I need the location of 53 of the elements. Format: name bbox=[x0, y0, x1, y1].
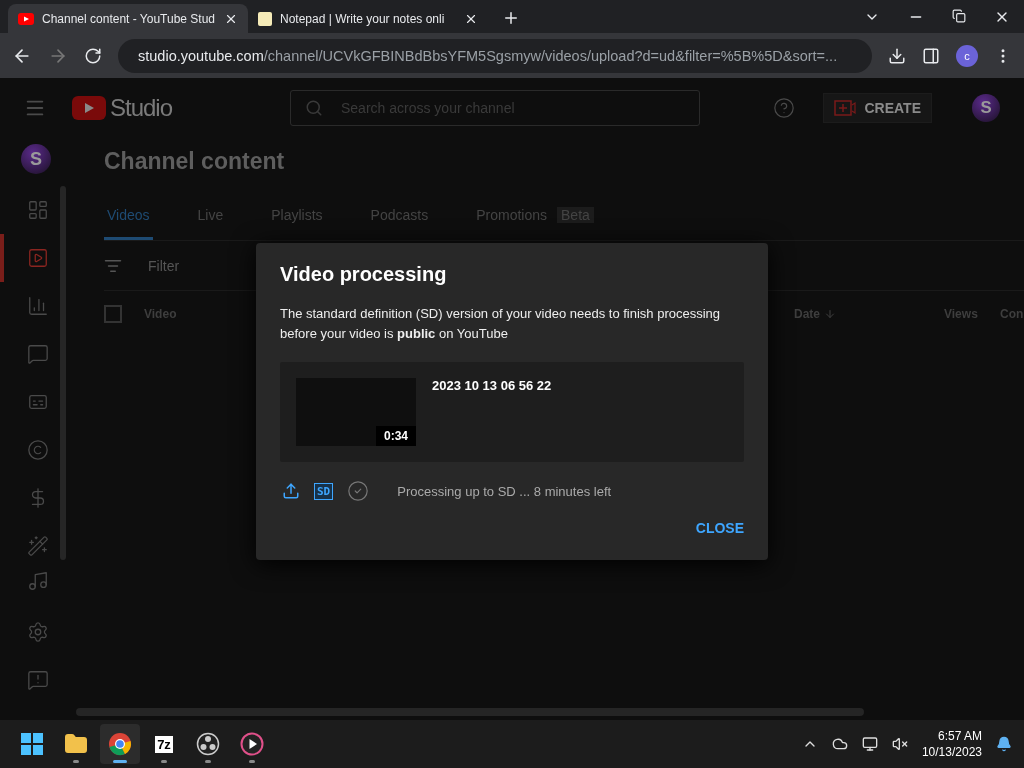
restore-icon[interactable] bbox=[952, 9, 966, 23]
sort-icon bbox=[824, 308, 836, 320]
audio-icon bbox=[27, 570, 49, 592]
select-all-checkbox[interactable] bbox=[104, 305, 122, 323]
logo-text: Studio bbox=[110, 94, 173, 122]
profile-avatar[interactable]: c bbox=[956, 44, 978, 67]
content-icon bbox=[27, 247, 49, 269]
download-icon[interactable] bbox=[888, 46, 906, 65]
create-button[interactable]: CREATE bbox=[823, 93, 932, 123]
content-tab[interactable]: Videos bbox=[104, 201, 153, 240]
filter-field[interactable]: Filter bbox=[148, 257, 180, 274]
reload-icon[interactable] bbox=[84, 46, 102, 65]
notification-icon[interactable] bbox=[996, 736, 1012, 752]
search-icon bbox=[305, 99, 323, 117]
youtube-icon bbox=[18, 12, 34, 25]
volume-icon[interactable] bbox=[891, 736, 908, 752]
dialog-message: The standard definition (SD) version of your video needs to finish processing before your video is public on YouTube bbox=[280, 305, 722, 343]
processing-status: Processing up to SD ... 8 minutes left bbox=[397, 483, 612, 499]
settings-icon bbox=[27, 621, 49, 643]
sd-icon: SD bbox=[314, 482, 334, 500]
video-title: 2023 10 13 06 56 22 bbox=[432, 378, 552, 395]
play-logo-icon bbox=[72, 96, 106, 120]
clock[interactable]: 6:57 AM 10/13/2023 bbox=[921, 728, 982, 760]
network-icon[interactable] bbox=[861, 736, 878, 752]
browser-tab[interactable]: Channel content - YouTube Stud bbox=[8, 4, 248, 33]
windows-icon bbox=[20, 732, 44, 756]
taskbar-app[interactable] bbox=[100, 724, 140, 764]
address-bar[interactable]: studio.youtube.com/channel/UCVkGFBINBdBbsYFM5Sgsmyw/videos/upload?d=ud&filter=%5B%5D&sort=... bbox=[118, 38, 872, 73]
add-video-icon bbox=[834, 100, 857, 116]
onedrive-icon[interactable] bbox=[831, 736, 848, 752]
close-button[interactable]: CLOSE bbox=[695, 514, 744, 542]
play-icon bbox=[240, 732, 264, 756]
taskbar-app[interactable]: 7z bbox=[144, 724, 184, 764]
sevenzip-logo: 7z bbox=[155, 735, 173, 753]
side-panel-icon[interactable] bbox=[922, 46, 940, 65]
video-duration: 0:34 bbox=[375, 426, 416, 446]
dialog-title: Video processing bbox=[280, 263, 448, 286]
folder-icon bbox=[64, 732, 88, 756]
obs-icon bbox=[196, 732, 220, 756]
new-tab-icon[interactable] bbox=[502, 9, 520, 27]
notepad-icon bbox=[258, 11, 272, 26]
copyright-icon bbox=[27, 439, 49, 461]
page-title: Channel content bbox=[104, 148, 286, 175]
analytics-icon bbox=[27, 295, 49, 317]
chrome-icon bbox=[108, 732, 132, 756]
scrollbar[interactable] bbox=[60, 186, 66, 560]
dashboard-icon bbox=[27, 199, 49, 221]
channel-avatar[interactable]: S bbox=[21, 144, 51, 174]
feedback-icon bbox=[27, 669, 49, 691]
customization-icon bbox=[27, 535, 49, 557]
channel-avatar[interactable]: S bbox=[972, 94, 1000, 122]
browser-tab[interactable]: Notepad | Write your notes onli bbox=[248, 4, 488, 33]
comments-icon bbox=[27, 343, 49, 365]
